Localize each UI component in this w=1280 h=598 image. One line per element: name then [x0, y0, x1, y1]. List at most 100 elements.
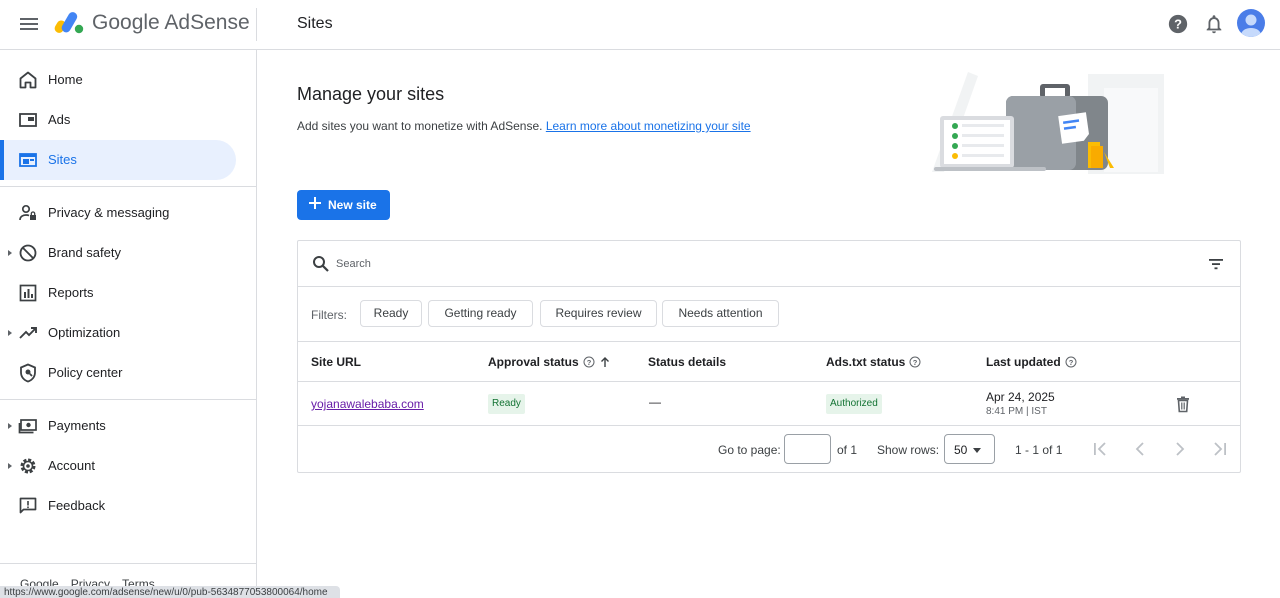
help-outline-icon[interactable]: ? — [1065, 356, 1077, 368]
sidebar-divider — [0, 563, 256, 564]
settings-gear-icon — [20, 458, 36, 474]
page-number-input[interactable] — [784, 434, 831, 464]
expand-caret-icon — [8, 330, 12, 336]
sidebar-item-account[interactable]: Account — [0, 446, 236, 486]
sidebar-item-label: Privacy & messaging — [48, 205, 170, 220]
sidebar-item-label: Optimization — [48, 325, 121, 340]
privacy-icon — [19, 204, 36, 221]
menu-icon[interactable] — [17, 12, 41, 36]
search-bar — [298, 241, 1240, 287]
svg-text:?: ? — [586, 358, 591, 367]
sidebar-divider — [0, 186, 256, 187]
filter-chip-ready[interactable]: Ready — [360, 300, 422, 327]
pagination: Go to page: of 1 Show rows: 50 1 - 1 of … — [298, 426, 1240, 472]
sidebar-item-payments[interactable]: Payments — [0, 406, 236, 446]
sidebar-item-privacy-messaging[interactable]: Privacy & messaging — [0, 193, 236, 233]
account-avatar[interactable] — [1237, 9, 1265, 37]
sidebar-item-sites[interactable]: Sites — [0, 140, 236, 180]
search-icon — [313, 256, 329, 272]
top-app-bar: Google AdSense Sites ? — [0, 0, 1280, 50]
feedback-icon — [19, 497, 37, 514]
delete-icon[interactable] — [1174, 395, 1192, 413]
svg-text:?: ? — [1068, 358, 1073, 367]
sites-table-card: Filters: Ready Getting ready Requires re… — [297, 240, 1241, 473]
show-rows-label: Show rows: — [877, 443, 940, 457]
sidebar-item-label: Policy center — [48, 365, 123, 380]
column-header-last-updated[interactable]: Last updated ? — [986, 355, 1077, 369]
page-count-label: of 1 — [837, 443, 858, 457]
help-outline-icon[interactable]: ? — [583, 356, 595, 368]
page-description: Add sites you want to monetize with AdSe… — [297, 119, 751, 133]
search-input[interactable] — [336, 253, 1156, 275]
status-details-value: — — [649, 395, 661, 409]
column-header-approval-status[interactable]: Approval status ? — [488, 355, 611, 369]
sidebar-item-label: Ads — [48, 112, 71, 127]
last-updated-time: 8:41 PM | IST — [986, 406, 1047, 417]
sidebar-item-ads[interactable]: Ads — [0, 100, 236, 140]
sidebar-item-feedback[interactable]: Feedback — [0, 486, 236, 526]
app-title: Google AdSense — [92, 11, 250, 34]
sidebar-item-label: Reports — [48, 285, 94, 300]
site-url-link[interactable]: yojanawalebaba.com — [311, 397, 424, 411]
last-updated-date: Apr 24, 2025 — [986, 390, 1055, 404]
help-icon[interactable]: ? — [1167, 13, 1189, 35]
sidebar-item-brand-safety[interactable]: Brand safety — [0, 233, 236, 273]
go-to-page-label: Go to page: — [718, 443, 781, 457]
reports-icon — [19, 284, 37, 302]
learn-more-link[interactable]: Learn more about monetizing your site — [546, 119, 751, 133]
svg-text:?: ? — [1174, 17, 1182, 32]
rows-per-page-select[interactable]: 50 — [944, 434, 995, 464]
policy-shield-icon — [20, 363, 36, 383]
svg-text:?: ? — [913, 358, 918, 367]
rows-per-page-value: 50 — [954, 443, 968, 457]
filters-row: Filters: Ready Getting ready Requires re… — [298, 287, 1240, 342]
sidebar-item-optimization[interactable]: Optimization — [0, 313, 236, 353]
new-site-button[interactable]: New site — [297, 190, 390, 220]
filter-list-icon[interactable] — [1207, 255, 1225, 273]
notifications-icon[interactable] — [1203, 13, 1225, 35]
new-site-label: New site — [328, 198, 377, 212]
previous-page-icon[interactable] — [1129, 438, 1151, 460]
sidebar-item-label: Sites — [48, 152, 77, 167]
filter-chip-getting-ready[interactable]: Getting ready — [428, 300, 533, 327]
column-header-site-url[interactable]: Site URL — [311, 355, 361, 369]
sites-illustration — [932, 72, 1164, 174]
sidebar-item-label: Home — [48, 72, 83, 87]
description-text: Add sites you want to monetize with AdSe… — [297, 119, 543, 133]
sidebar: Home Ads Sites Privacy & messaging Brand… — [0, 50, 257, 598]
table-header: Site URL Approval status ? Status detail… — [298, 342, 1240, 382]
sidebar-item-policy-center[interactable]: Policy center — [0, 353, 236, 393]
sidebar-item-home[interactable]: Home — [0, 60, 236, 100]
first-page-icon[interactable] — [1089, 438, 1111, 460]
next-page-icon[interactable] — [1169, 438, 1191, 460]
column-header-ads-txt-status[interactable]: Ads.txt status ? — [826, 355, 921, 369]
filter-chip-needs-attention[interactable]: Needs attention — [662, 300, 779, 327]
ads-icon — [19, 113, 37, 127]
dropdown-arrow-icon — [973, 448, 981, 453]
browser-status-url: https://www.google.com/adsense/new/u/0/p… — [0, 586, 340, 598]
adsense-logo-icon — [54, 12, 84, 34]
sidebar-divider — [0, 399, 256, 400]
page-title: Manage your sites — [297, 84, 445, 104]
sidebar-item-reports[interactable]: Reports — [0, 273, 236, 313]
last-page-icon[interactable] — [1209, 438, 1231, 460]
pagination-range: 1 - 1 of 1 — [1015, 443, 1063, 457]
expand-caret-icon — [8, 423, 12, 429]
payments-icon — [18, 419, 37, 434]
page-header: Sites — [297, 15, 333, 32]
avatar-person-icon — [1241, 14, 1261, 37]
sidebar-item-label: Account — [48, 458, 95, 473]
approval-status-badge: Ready — [488, 394, 525, 414]
table-row: yojanawalebaba.com Ready — Authorized Ap… — [298, 382, 1240, 426]
divider — [256, 8, 257, 41]
help-outline-icon[interactable]: ? — [909, 356, 921, 368]
expand-caret-icon — [8, 463, 12, 469]
sidebar-item-label: Feedback — [48, 498, 106, 513]
sites-icon — [19, 153, 37, 167]
sort-arrow-up-icon[interactable] — [599, 356, 611, 368]
sidebar-item-label: Brand safety — [48, 245, 121, 260]
ads-txt-status-badge: Authorized — [826, 394, 882, 414]
block-icon — [19, 244, 37, 262]
filter-chip-requires-review[interactable]: Requires review — [540, 300, 657, 327]
home-icon — [19, 71, 37, 89]
